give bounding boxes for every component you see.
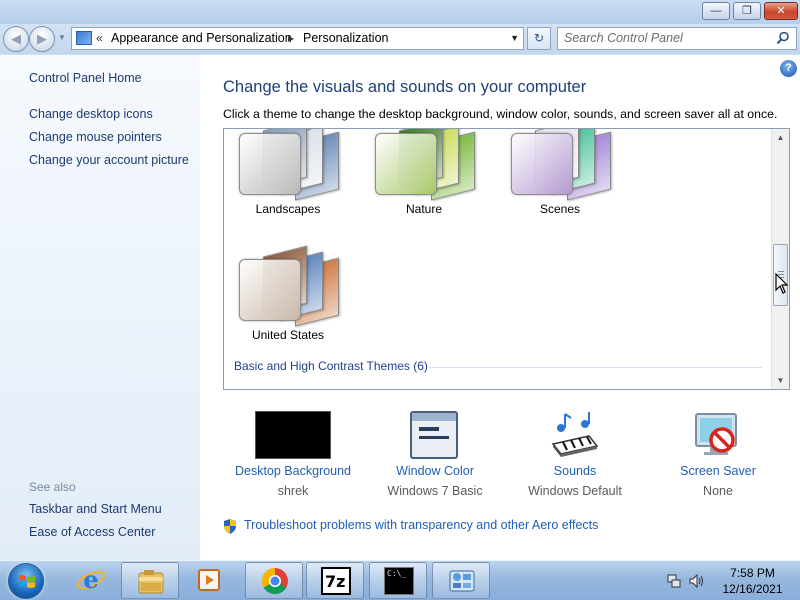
address-overflow-chevron[interactable]: « xyxy=(96,31,103,45)
file-explorer-icon xyxy=(138,570,164,594)
theme-color-swatch xyxy=(511,133,573,195)
theme-preview xyxy=(239,129,367,202)
uac-shield-icon xyxy=(224,519,236,534)
minimize-button[interactable]: — xyxy=(702,2,730,20)
sounds-icon xyxy=(551,412,599,457)
taskbar-internet-explorer[interactable]: e xyxy=(62,562,120,599)
desktop-background-link[interactable]: Desktop Background xyxy=(223,464,363,478)
theme-gallery[interactable]: Landscapes Nature Scenes United States B… xyxy=(223,128,790,390)
volume-icon[interactable] xyxy=(688,573,704,589)
theme-preview xyxy=(511,129,639,202)
theme-label: Scenes xyxy=(539,202,581,216)
search-box[interactable] xyxy=(557,27,797,50)
theme-label: United States xyxy=(251,328,325,342)
taskbar-7zip[interactable]: 7z xyxy=(306,562,364,599)
see-also-label: See also xyxy=(29,480,76,494)
search-icon[interactable] xyxy=(776,31,790,45)
breadcrumb-appearance[interactable]: Appearance and Personalization xyxy=(111,31,292,45)
7zip-icon: 7z xyxy=(321,567,351,595)
page-title: Change the visuals and sounds on your co… xyxy=(223,78,587,96)
clock-time: 7:58 PM xyxy=(730,566,775,580)
theme-gallery-scrollbar[interactable]: ▲ ▼ xyxy=(771,129,789,389)
page-description: Click a theme to change the desktop back… xyxy=(223,107,778,121)
address-bar[interactable]: « Appearance and Personalization ▸ Perso… xyxy=(71,27,524,50)
breadcrumb-separator[interactable]: ▸ xyxy=(288,31,294,45)
taskbar-command-prompt[interactable]: C:\_ xyxy=(369,562,427,599)
sounds-link[interactable]: Sounds xyxy=(505,464,645,478)
navigation-bar: ◀ ▶ ▼ « Appearance and Personalization ▸… xyxy=(0,24,800,54)
window-color-link[interactable]: Window Color xyxy=(365,464,505,478)
ease-of-access-link[interactable]: Ease of Access Center xyxy=(29,525,155,539)
desktop-background-icon xyxy=(255,411,331,459)
desktop-background-value: shrek xyxy=(277,484,309,498)
forward-button[interactable]: ▶ xyxy=(29,26,55,52)
change-mouse-pointers-link[interactable]: Change mouse pointers xyxy=(29,130,162,144)
scroll-down-arrow[interactable]: ▼ xyxy=(772,372,789,389)
mouse-cursor-icon xyxy=(775,273,789,294)
theme-color-swatch xyxy=(375,133,437,195)
search-input[interactable] xyxy=(564,31,764,45)
address-dropdown-button[interactable]: ▼ xyxy=(510,33,519,43)
window-color-value: Windows 7 Basic xyxy=(387,484,483,498)
screen-saver-link[interactable]: Screen Saver xyxy=(648,464,788,478)
scroll-up-arrow[interactable]: ▲ xyxy=(772,129,789,146)
control-panel-icon xyxy=(449,570,475,592)
title-bar: — ❐ ✕ xyxy=(0,0,800,24)
svg-text:e: e xyxy=(83,566,98,594)
theme-preview xyxy=(239,245,367,328)
start-button[interactable] xyxy=(8,563,44,599)
window-color-setting[interactable]: Window Color Windows 7 Basic xyxy=(365,410,505,510)
sounds-value: Windows Default xyxy=(528,484,622,498)
theme-nature[interactable]: Nature xyxy=(375,129,503,227)
taskbar-chrome[interactable] xyxy=(245,562,303,599)
control-panel-home-link[interactable]: Control Panel Home xyxy=(29,71,142,85)
group-divider xyxy=(429,367,762,368)
screen-saver-value: None xyxy=(703,484,733,498)
screen-saver-setting[interactable]: Screen Saver None xyxy=(648,410,788,510)
close-button[interactable]: ✕ xyxy=(764,2,798,20)
change-desktop-icons-link[interactable]: Change desktop icons xyxy=(29,107,153,121)
theme-united-states[interactable]: United States xyxy=(239,245,367,353)
theme-label: Landscapes xyxy=(255,202,321,216)
taskbar-media-player[interactable] xyxy=(180,562,238,599)
sounds-setting[interactable]: Sounds Windows Default xyxy=(505,410,645,510)
chrome-icon xyxy=(261,567,288,595)
control-panel-icon xyxy=(76,31,92,45)
theme-color-swatch xyxy=(239,133,301,195)
windows-logo-icon xyxy=(19,575,35,588)
network-icon[interactable] xyxy=(666,573,682,589)
recent-pages-button[interactable]: ▼ xyxy=(58,33,66,42)
desktop-background-setting[interactable]: Desktop Background shrek xyxy=(223,410,363,510)
taskbar-control-panel[interactable] xyxy=(432,562,490,599)
main-pane: ? Change the visuals and sounds on your … xyxy=(200,55,800,560)
media-player-icon xyxy=(198,569,220,591)
breadcrumb-personalization[interactable]: Personalization xyxy=(303,31,388,45)
taskbar-start-menu-link[interactable]: Taskbar and Start Menu xyxy=(29,502,162,516)
basic-high-contrast-group-header[interactable]: Basic and High Contrast Themes (6) xyxy=(234,359,428,373)
theme-preview xyxy=(375,129,503,202)
screen-saver-icon xyxy=(695,413,737,455)
taskbar-file-explorer[interactable] xyxy=(121,562,179,599)
theme-color-swatch xyxy=(239,259,301,321)
window-color-icon xyxy=(410,411,458,459)
notification-area: 7:58 PM 12/16/2021 xyxy=(660,561,800,600)
theme-scenes[interactable]: Scenes xyxy=(511,129,639,227)
maximize-button[interactable]: ❐ xyxy=(733,2,761,20)
theme-label: Nature xyxy=(405,202,443,216)
command-prompt-icon: C:\_ xyxy=(384,567,414,595)
clock-date: 12/16/2021 xyxy=(722,582,783,596)
internet-explorer-icon: e xyxy=(77,566,105,594)
task-pane: Control Panel Home Change desktop icons … xyxy=(0,55,200,560)
help-button[interactable]: ? xyxy=(780,60,797,77)
troubleshoot-label: Troubleshoot problems with transparency … xyxy=(244,518,599,532)
theme-landscapes[interactable]: Landscapes xyxy=(239,129,367,227)
clock[interactable]: 7:58 PM 12/16/2021 xyxy=(715,565,790,597)
back-button[interactable]: ◀ xyxy=(3,26,29,52)
change-account-picture-link[interactable]: Change your account picture xyxy=(29,153,189,167)
refresh-button[interactable]: ↻ xyxy=(527,27,551,50)
taskbar: e 7z C:\_ 7:58 PM 12/16/2021 xyxy=(0,560,800,600)
